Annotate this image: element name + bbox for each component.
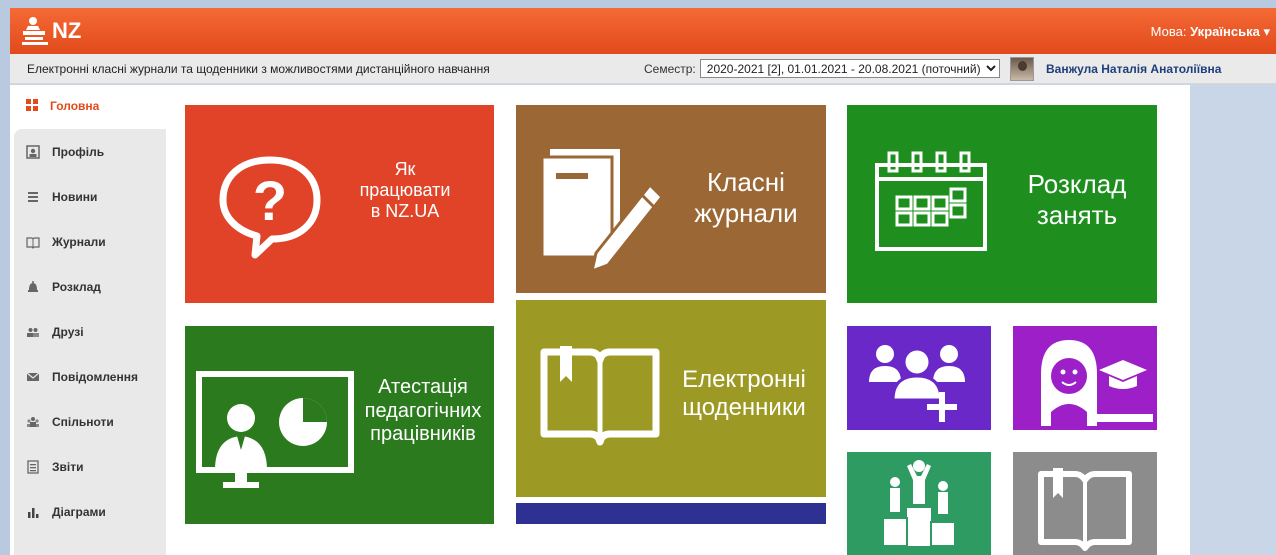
people-icon (26, 325, 40, 339)
sidebar-item-messages[interactable]: Повідомлення (14, 354, 166, 399)
tile-label-line: Атестація (378, 376, 468, 398)
sidebar-item-label: Новини (52, 189, 98, 204)
tile-electronic-diaries-label: Електронні щоденники (668, 366, 820, 423)
sidebar-item-label: Діаграми (52, 504, 106, 519)
svg-text:?: ? (253, 169, 287, 232)
tile-label-line: Класні (707, 167, 785, 197)
sidebar-item-profile[interactable]: Профіль (14, 129, 166, 174)
window-frame-left (0, 0, 10, 555)
tile-label-line: Як (394, 159, 416, 179)
tile-label-line: щоденники (682, 394, 806, 422)
tile-how-to-work[interactable]: ? Як працювати в NZ.UA (185, 105, 494, 303)
tile-label-line: Електронні (682, 366, 806, 393)
bell-icon (26, 280, 40, 294)
list-icon (26, 190, 40, 204)
semester-select[interactable]: 2020-2021 [2], 01.01.2021 - 20.08.2021 (… (699, 59, 1000, 78)
tile-label-line: працівників (370, 423, 476, 446)
avatar (1010, 57, 1034, 81)
tile-label-line: Розклад (1027, 169, 1127, 199)
presentation-icon (196, 371, 354, 488)
sidebar-item-label: Звіти (52, 459, 84, 474)
tile-add-people[interactable] (847, 326, 991, 430)
language-selector[interactable]: Мова: Українська ▾ (1151, 24, 1270, 40)
chevron-down-icon: ▾ (1263, 24, 1270, 39)
sidebar-item-news[interactable]: Новини (14, 174, 166, 219)
sidebar-item-label: Головна (50, 99, 100, 113)
tile-class-schedule-label: Розклад занять (1007, 169, 1147, 230)
book-icon (26, 235, 40, 249)
sidebar-item-schedule[interactable]: Розклад (14, 264, 166, 309)
sidebar-item-communities[interactable]: Спільноти (14, 399, 166, 444)
sidebar: Головна Профіль Новини Журнали Розклад Д… (10, 85, 166, 555)
page-background-right (1190, 85, 1276, 555)
podium-icon (882, 460, 956, 547)
add-people-icon (869, 345, 965, 422)
tile-student[interactable] (1013, 326, 1157, 430)
semester-label: Семестр: (644, 61, 696, 76)
sidebar-item-charts[interactable]: Діаграми (14, 489, 166, 534)
question-bubble-icon: ? (219, 156, 321, 259)
top-header: NZ Мова: Українська ▾ (10, 8, 1276, 54)
tile-library[interactable] (1013, 452, 1157, 555)
sidebar-item-friends[interactable]: Друзі (14, 309, 166, 354)
open-book-icon (540, 346, 660, 446)
window-frame-top (0, 0, 1276, 8)
tile-label-line: працювати (359, 180, 451, 201)
group-icon (26, 415, 40, 429)
tile-label-line: педагогічних (364, 399, 482, 422)
sidebar-item-label: Журнали (52, 234, 106, 249)
tile-class-journals-label: Класні журнали (676, 167, 816, 228)
sidebar-item-label: Розклад (52, 279, 101, 294)
sidebar-item-label: Профіль (52, 144, 105, 159)
sidebar-item-label: Друзі (52, 324, 84, 339)
sidebar-item-home[interactable]: Головна (10, 91, 99, 121)
logo-figure-icon (22, 17, 48, 45)
sidebar-item-journals[interactable]: Журнали (14, 219, 166, 264)
sidebar-item-label: Повідомлення (52, 369, 138, 384)
logo-text: NZ (52, 18, 82, 43)
user-name: Ванжула Наталія Анатоліївна (1046, 62, 1222, 76)
sidebar-menu: Профіль Новини Журнали Розклад Друзі Пов… (14, 129, 166, 555)
profile-icon (26, 144, 40, 159)
tile-label-line: в NZ.UA (370, 201, 440, 222)
sub-header: Електронні класні журнали та щоденники з… (10, 54, 1276, 84)
user-profile-link[interactable]: Ванжула Наталія Анатоліївна (1010, 57, 1221, 81)
semester-picker: Семестр: 2020-2021 [2], 01.01.2021 - 20.… (644, 59, 1000, 78)
language-value: Українська (1190, 24, 1260, 39)
tile-teacher-attestation-label: Атестація педагогічних працівників (355, 376, 491, 447)
book-outline-icon (1038, 468, 1132, 551)
tile-class-schedule[interactable]: Розклад занять (847, 105, 1157, 303)
journal-pen-icon (540, 149, 665, 274)
envelope-icon (26, 370, 40, 384)
sidebar-item-label: Спільноти (52, 414, 114, 429)
calendar-icon (875, 151, 987, 251)
student-icon (1041, 340, 1153, 426)
tile-teacher-attestation[interactable]: Атестація педагогічних працівників (185, 326, 494, 524)
nz-logo[interactable]: NZ (20, 14, 81, 48)
report-icon (26, 459, 40, 474)
tile-label-line: журнали (694, 197, 798, 228)
tile-blue-strip[interactable] (516, 503, 826, 524)
chart-icon (26, 505, 40, 519)
grid-icon (26, 99, 40, 113)
tile-label-line: занять (1036, 199, 1118, 230)
tile-electronic-diaries[interactable]: Електронні щоденники (516, 300, 826, 497)
sidebar-item-reports[interactable]: Звіти (14, 444, 166, 489)
tile-how-to-work-label: Як працювати в NZ.UA (345, 159, 465, 223)
language-label: Мова: (1150, 24, 1187, 39)
site-subtitle: Електронні класні журнали та щоденники з… (27, 62, 490, 76)
tile-class-journals[interactable]: Класні журнали (516, 105, 826, 293)
tile-rating[interactable] (847, 452, 991, 555)
